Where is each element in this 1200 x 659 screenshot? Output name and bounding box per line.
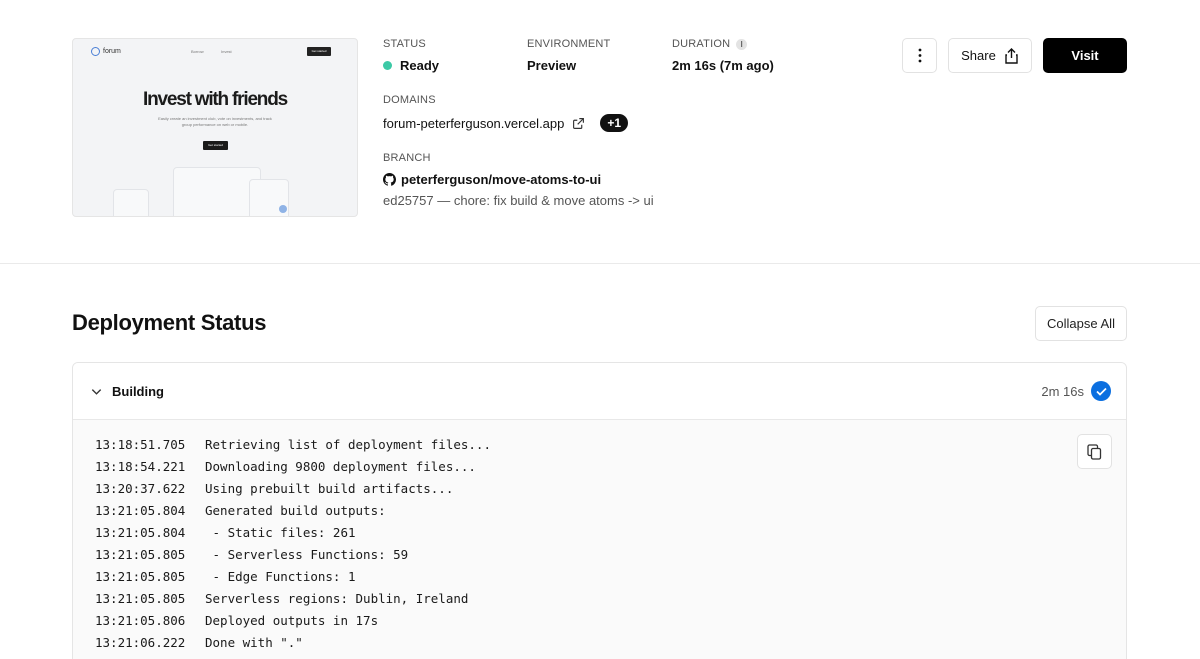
domains-row: forum-peterferguson.vercel.app +1 <box>383 114 629 132</box>
preview-avatar-dot <box>279 205 287 213</box>
log-line: 13:21:05.805 - Edge Functions: 1 <box>95 566 491 588</box>
check-circle-icon <box>1091 381 1111 401</box>
log-timestamp: 13:21:05.804 <box>95 525 186 540</box>
domain-link[interactable]: forum-peterferguson.vercel.app <box>383 116 564 131</box>
log-line: 13:18:54.221 Downloading 9800 deployment … <box>95 456 491 478</box>
building-step-header[interactable]: Building 2m 16s <box>73 363 1126 420</box>
building-step-panel: Building 2m 16s 13:18:51.705 Retrieving l… <box>72 362 1127 659</box>
deployment-status-title: Deployment Status <box>72 310 267 335</box>
log-message: Generated build outputs: <box>205 503 386 518</box>
preview-nav-item: Invest <box>221 49 232 54</box>
share-label: Share <box>961 48 996 63</box>
preview-cta: Get started <box>203 141 228 150</box>
log-line: 13:21:05.805 Serverless regions: Dublin, … <box>95 588 491 610</box>
environment-block: ENVIRONMENT Preview <box>527 38 610 73</box>
log-lines: 13:18:51.705 Retrieving list of deploymen… <box>95 434 491 654</box>
preview-nav-button: Get started <box>307 47 331 56</box>
preview-logo: forum <box>91 47 121 56</box>
chevron-down-icon[interactable] <box>90 385 103 398</box>
log-line: 13:18:51.705 Retrieving list of deploymen… <box>95 434 491 456</box>
branch-link[interactable]: peterferguson/move-atoms-to-ui <box>401 172 601 187</box>
status-value-row: Ready <box>383 58 439 73</box>
environment-value: Preview <box>527 58 577 73</box>
log-message: - Static files: 261 <box>205 525 356 540</box>
share-icon <box>1005 47 1018 64</box>
copy-log-button[interactable] <box>1077 434 1112 469</box>
log-message: Using prebuilt build artifacts... <box>205 481 454 496</box>
log-timestamp: 13:18:54.221 <box>95 459 186 474</box>
log-timestamp: 13:21:05.805 <box>95 591 186 606</box>
log-timestamp: 13:21:05.805 <box>95 547 186 562</box>
domains-block: DOMAINS forum-peterferguson.vercel.app +… <box>383 94 629 132</box>
duration-block: DURATION i 2m 16s (7m ago) <box>672 38 774 73</box>
section-divider <box>0 263 1200 264</box>
preview-subtext: Easily create an investment club, vote o… <box>158 116 272 127</box>
log-timestamp: 13:21:05.804 <box>95 503 186 518</box>
branch-block: BRANCH peterferguson/move-atoms-to-ui ed… <box>383 152 654 208</box>
branch-label: BRANCH <box>383 152 431 164</box>
log-line: 13:21:05.804 Generated build outputs: <box>95 500 491 522</box>
duration-label: DURATION <box>672 38 731 50</box>
log-timestamp: 13:21:06.222 <box>95 635 186 650</box>
branch-row: peterferguson/move-atoms-to-ui <box>383 172 654 187</box>
log-line: 13:20:37.622 Using prebuilt build artifac… <box>95 478 491 500</box>
duration-label-row: DURATION i <box>672 38 774 50</box>
more-domains-badge[interactable]: +1 <box>600 114 629 132</box>
log-message: Downloading 9800 deployment files... <box>205 459 476 474</box>
preview-headline: Invest with friends <box>142 89 288 110</box>
commit-message[interactable]: ed25757 — chore: fix build & move atoms … <box>383 193 654 208</box>
vertical-ellipsis-icon <box>918 48 921 63</box>
log-line: 13:21:05.804 - Static files: 261 <box>95 522 491 544</box>
step-duration: 2m 16s <box>1041 384 1084 399</box>
log-message: - Serverless Functions: 59 <box>205 547 409 562</box>
log-line: 13:21:05.805 - Serverless Functions: 59 <box>95 544 491 566</box>
deployment-preview-thumbnail[interactable]: forum Borrow Invest Get started Invest w… <box>72 38 358 217</box>
build-log: 13:18:51.705 Retrieving list of deploymen… <box>73 420 1126 659</box>
domains-label: DOMAINS <box>383 94 436 106</box>
log-line: 13:21:06.222 Done with "." <box>95 632 491 654</box>
github-icon <box>383 173 396 186</box>
log-timestamp: 13:21:05.805 <box>95 569 186 584</box>
preview-brand: forum <box>103 48 121 55</box>
log-message: Serverless regions: Dublin, Ireland <box>205 591 469 606</box>
step-title: Building <box>112 384 164 399</box>
more-options-button[interactable] <box>902 38 937 73</box>
preview-phone-card <box>113 189 149 216</box>
copy-icon <box>1087 443 1102 460</box>
log-message: Deployed outputs in 17s <box>205 613 379 628</box>
duration-value: 2m 16s (7m ago) <box>672 58 774 73</box>
log-line: 13:21:05.806 Deployed outputs in 17s <box>95 610 491 632</box>
log-timestamp: 13:21:05.806 <box>95 613 186 628</box>
preview-nav-item: Borrow <box>191 49 204 54</box>
log-timestamp: 13:20:37.622 <box>95 481 186 496</box>
log-message: - Edge Functions: 1 <box>205 569 356 584</box>
status-ready-dot <box>383 61 392 70</box>
log-message: Retrieving list of deployment files... <box>205 437 491 452</box>
status-value: Ready <box>400 58 440 73</box>
share-button[interactable]: Share <box>948 38 1032 73</box>
status-block: STATUS Ready <box>383 38 439 73</box>
preview-logo-icon <box>91 47 100 56</box>
collapse-all-button[interactable]: Collapse All <box>1035 306 1127 341</box>
visit-button[interactable]: Visit <box>1043 38 1127 73</box>
external-link-icon[interactable] <box>572 117 585 130</box>
preview-app-card <box>173 167 261 216</box>
log-timestamp: 13:18:51.705 <box>95 437 186 452</box>
status-label: STATUS <box>383 38 426 50</box>
environment-label: ENVIRONMENT <box>527 38 611 50</box>
log-message: Done with "." <box>205 635 303 650</box>
info-icon[interactable]: i <box>736 38 748 50</box>
